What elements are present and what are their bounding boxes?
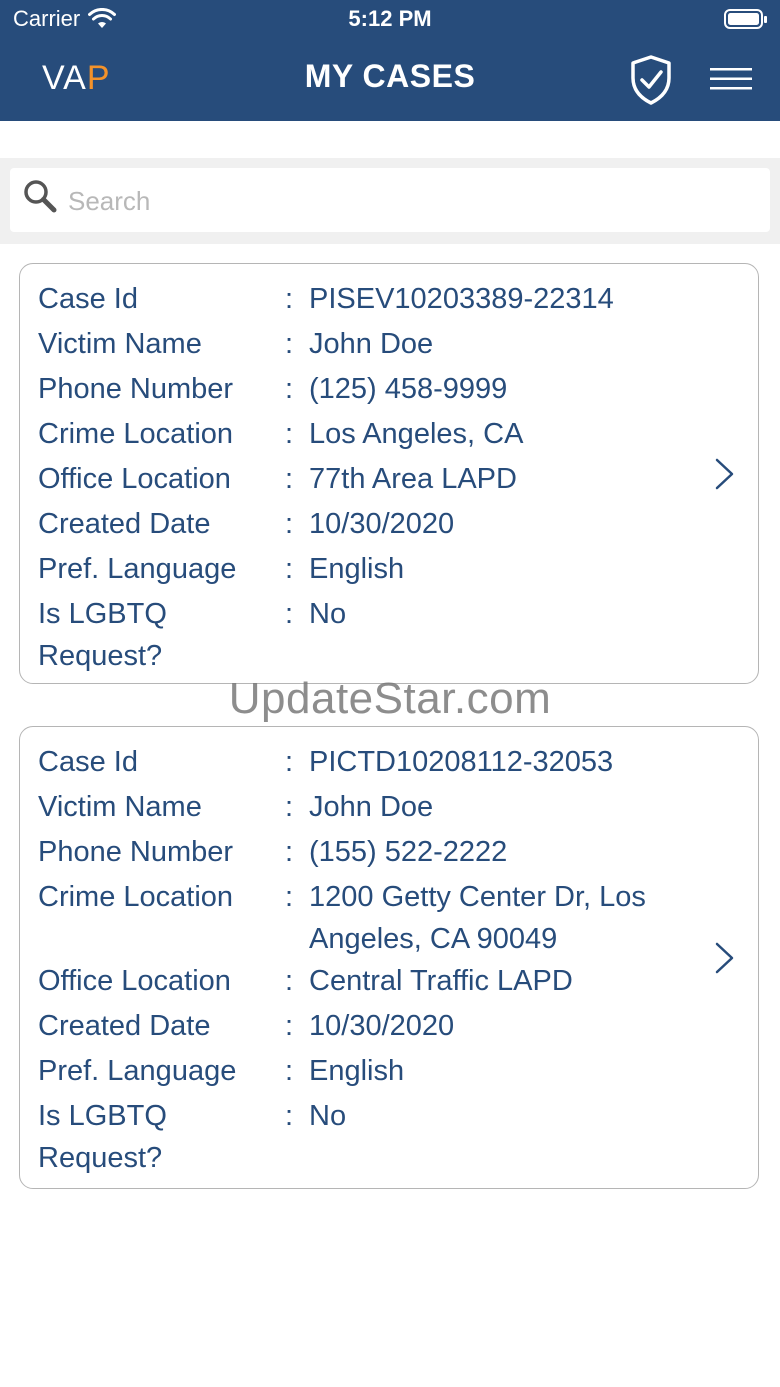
phone-number-label: Phone Number xyxy=(38,373,234,405)
phone-number-row: Phone Number : (125) 458-9999 xyxy=(20,368,758,413)
status-bar: Carrier 5:12 PM xyxy=(0,0,780,40)
pref-language-label: Pref. Language xyxy=(38,553,237,585)
office-location-row: Office Location : 77th Area LAPD xyxy=(20,458,758,503)
phone-number-row: Phone Number : (155) 522-2222 xyxy=(20,831,758,876)
app-header: Carrier 5:12 PM VAP MY CASES xyxy=(0,0,780,121)
victim-name-label: Victim Name xyxy=(38,791,202,823)
lgbtq-value: No xyxy=(309,1100,347,1132)
hamburger-menu-icon[interactable] xyxy=(708,66,754,92)
created-date-label: Created Date xyxy=(38,1010,211,1042)
crime-location-row: Crime Location : 1200 Getty Center Dr, L… xyxy=(20,876,758,960)
watermark: UpdateStar.com xyxy=(228,674,552,723)
office-location-row: Office Location : Central Traffic LAPD xyxy=(20,960,758,1005)
office-location-label: Office Location xyxy=(38,965,231,997)
search-bar xyxy=(0,158,780,244)
victim-name-row: Victim Name : John Doe xyxy=(20,323,758,368)
crime-location-value: 1200 Getty Center Dr, Los Angeles, CA 90… xyxy=(309,881,646,955)
lgbtq-row: Is LGBTQ Request? : No xyxy=(20,1095,758,1179)
victim-name-label: Victim Name xyxy=(38,328,202,360)
pref-language-row: Pref. Language : English xyxy=(20,548,758,593)
lgbtq-label: Is LGBTQ Request? xyxy=(38,598,167,672)
pref-language-label: Pref. Language xyxy=(38,1055,237,1087)
chevron-right-icon[interactable] xyxy=(714,457,736,491)
crime-location-label: Crime Location xyxy=(38,881,234,913)
victim-name-row: Victim Name : John Doe xyxy=(20,786,758,831)
pref-language-value: English xyxy=(309,553,405,585)
created-date-value: 10/30/2020 xyxy=(309,1010,455,1042)
case-details: Case Id : PISEV10203389-22314 Victim Nam… xyxy=(20,264,758,677)
lgbtq-row: Is LGBTQ Request? : No xyxy=(20,593,758,677)
crime-location-row: Crime Location : Los Angeles, CA xyxy=(20,413,758,458)
office-location-value: Central Traffic LAPD xyxy=(309,965,573,997)
crime-location-label: Crime Location xyxy=(38,418,234,450)
victim-name-value: John Doe xyxy=(309,328,434,360)
status-time: 5:12 PM xyxy=(348,6,432,31)
case-card[interactable]: Case Id : PICTD10208112-32053 Victim Nam… xyxy=(19,726,759,1189)
case-details: Case Id : PICTD10208112-32053 Victim Nam… xyxy=(20,727,758,1179)
case-id-value: PICTD10208112-32053 xyxy=(309,746,614,778)
case-id-row: Case Id : PISEV10203389-22314 xyxy=(20,278,758,323)
phone-number-label: Phone Number xyxy=(38,836,234,868)
case-id-label: Case Id xyxy=(38,283,138,315)
search-box[interactable] xyxy=(10,168,770,232)
victim-name-value: John Doe xyxy=(309,791,434,823)
created-date-value: 10/30/2020 xyxy=(309,508,455,540)
search-input[interactable] xyxy=(66,180,750,222)
pref-language-value: English xyxy=(309,1055,405,1087)
case-card[interactable]: Case Id : PISEV10203389-22314 Victim Nam… xyxy=(19,263,759,684)
lgbtq-value: No xyxy=(309,598,347,630)
case-id-label: Case Id xyxy=(38,746,138,778)
search-icon xyxy=(24,180,57,213)
created-date-label: Created Date xyxy=(38,508,211,540)
chevron-right-icon[interactable] xyxy=(714,941,736,975)
case-id-value: PISEV10203389-22314 xyxy=(309,283,614,315)
created-date-row: Created Date : 10/30/2020 xyxy=(20,503,758,548)
created-date-row: Created Date : 10/30/2020 xyxy=(20,1005,758,1050)
pref-language-row: Pref. Language : English xyxy=(20,1050,758,1095)
crime-location-value: Los Angeles, CA xyxy=(309,418,524,450)
phone-number-value: (125) 458-9999 xyxy=(309,373,508,405)
phone-number-value: (155) 522-2222 xyxy=(309,836,508,868)
case-id-row: Case Id : PICTD10208112-32053 xyxy=(20,741,758,786)
lgbtq-label: Is LGBTQ Request? xyxy=(38,1100,167,1174)
shield-check-icon[interactable] xyxy=(628,54,674,106)
battery-icon xyxy=(724,9,767,29)
office-location-value: 77th Area LAPD xyxy=(309,463,517,495)
office-location-label: Office Location xyxy=(38,463,231,495)
